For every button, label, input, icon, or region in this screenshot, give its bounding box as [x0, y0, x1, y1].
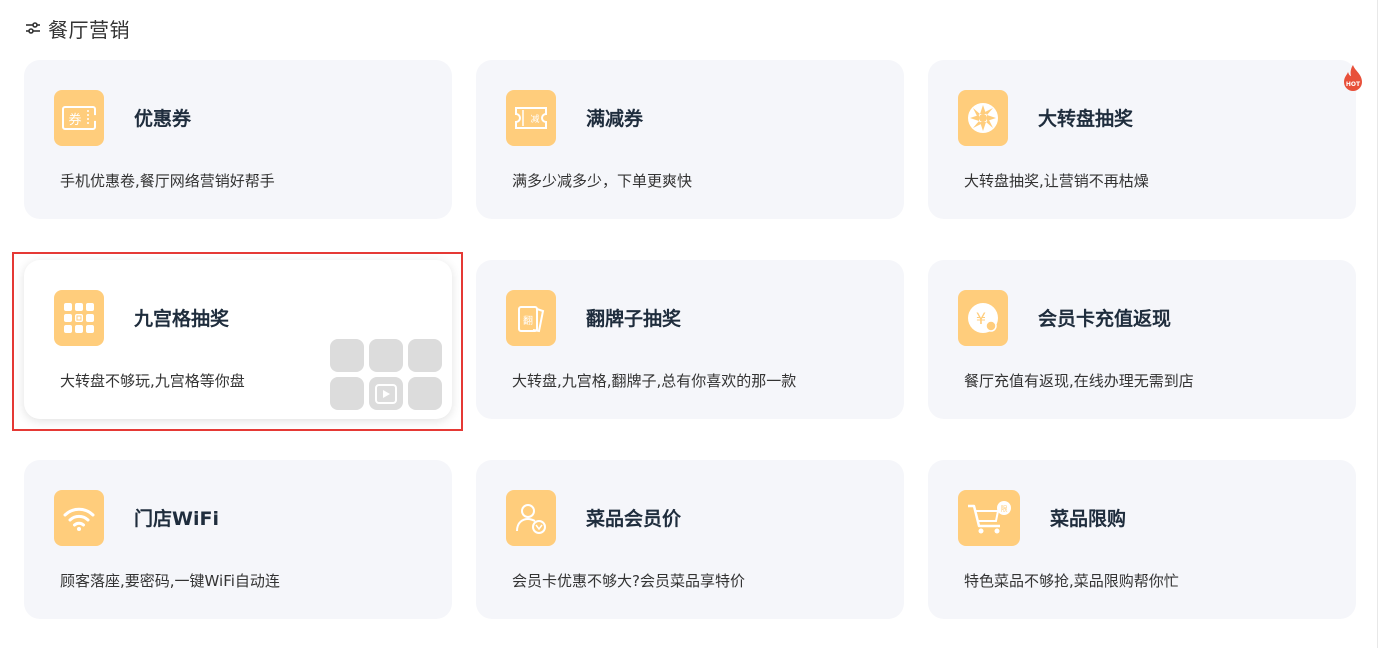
card-description: 大转盘不够玩,九宫格等你盘 [60, 372, 245, 390]
preview-cell [330, 377, 364, 410]
play-icon [369, 377, 403, 410]
section-header: 餐厅营销 [24, 14, 130, 42]
flip-card-icon: 翻 [506, 290, 556, 346]
card-title: 门店WiFi [134, 508, 219, 530]
section-title: 餐厅营销 [48, 17, 130, 42]
card-flip-card-lottery[interactable]: 翻 翻牌子抽奖 大转盘,九宫格,翻牌子,总有你喜欢的那一款 [476, 260, 904, 419]
card-nine-grid-lottery[interactable]: 九宫格抽奖 大转盘不够玩,九宫格等你盘 [24, 260, 452, 419]
card-title: 大转盘抽奖 [1038, 108, 1134, 130]
hot-badge-text: HOT [1346, 81, 1361, 88]
hot-flame-badge-icon: HOT [1340, 64, 1366, 94]
svg-text:¥: ¥ [976, 309, 986, 328]
card-discount-coupon[interactable]: 减 满减券 满多少减多少，下单更爽快 [476, 60, 904, 219]
card-coupon[interactable]: 券 优惠券 手机优惠卷,餐厅网络营销好帮手 [24, 60, 452, 219]
nine-grid-preview [330, 339, 442, 411]
card-member-dish-price[interactable]: 菜品会员价 会员卡优惠不够大?会员菜品享特价 [476, 460, 904, 619]
card-description: 会员卡优惠不够大?会员菜品享特价 [512, 572, 745, 590]
card-title: 九宫格抽奖 [134, 308, 230, 330]
filter-sliders-icon [24, 19, 42, 37]
card-description: 大转盘抽奖,让营销不再枯燥 [964, 172, 1149, 190]
card-member-recharge-cashback[interactable]: ¥ 会员卡充值返现 餐厅充值有返现,在线办理无需到店 [928, 260, 1356, 419]
card-title: 翻牌子抽奖 [586, 308, 682, 330]
wifi-icon [54, 490, 104, 546]
svg-text:券: 券 [68, 112, 81, 128]
coupon-icon: 券 [54, 90, 104, 146]
member-card-icon: ¥ [958, 290, 1008, 346]
card-description: 手机优惠卷,餐厅网络营销好帮手 [60, 172, 275, 190]
svg-text:限: 限 [1001, 504, 1008, 513]
svg-text:翻: 翻 [523, 315, 533, 327]
card-title: 菜品限购 [1050, 508, 1127, 530]
card-description: 特色菜品不够抢,菜品限购帮你忙 [964, 572, 1179, 590]
card-description: 顾客落座,要密码,一键WiFi自动连 [60, 572, 280, 590]
card-title: 会员卡充值返现 [1038, 308, 1172, 330]
preview-cell [408, 339, 442, 372]
preview-cell [330, 339, 364, 372]
card-title: 菜品会员价 [586, 508, 682, 530]
preview-cell [408, 377, 442, 410]
shopping-cart-icon: 限 [958, 490, 1020, 546]
preview-cell [369, 339, 403, 372]
card-description: 餐厅充值有返现,在线办理无需到店 [964, 372, 1194, 390]
member-price-icon [506, 490, 556, 546]
card-title: 满减券 [586, 108, 644, 130]
discount-ticket-icon: 减 [506, 90, 556, 146]
card-prize-wheel[interactable]: 大转盘抽奖 大转盘抽奖,让营销不再枯燥 HOT [928, 60, 1362, 219]
prize-wheel-icon [958, 90, 1008, 146]
divider [1377, 0, 1378, 648]
card-store-wifi[interactable]: 门店WiFi 顾客落座,要密码,一键WiFi自动连 [24, 460, 452, 619]
card-description: 大转盘,九宫格,翻牌子,总有你喜欢的那一款 [512, 372, 797, 390]
nine-grid-icon [54, 290, 104, 346]
svg-text:减: 减 [530, 113, 539, 125]
restaurant-marketing-page: 餐厅营销 券 优惠券 手机优惠卷,餐厅网络营销好帮手 减 满减券 满多少减多少，… [0, 0, 1382, 648]
card-dish-purchase-limit[interactable]: 限 菜品限购 特色菜品不够抢,菜品限购帮你忙 [928, 460, 1356, 619]
card-title: 优惠券 [134, 108, 192, 130]
card-description: 满多少减多少，下单更爽快 [512, 172, 693, 190]
